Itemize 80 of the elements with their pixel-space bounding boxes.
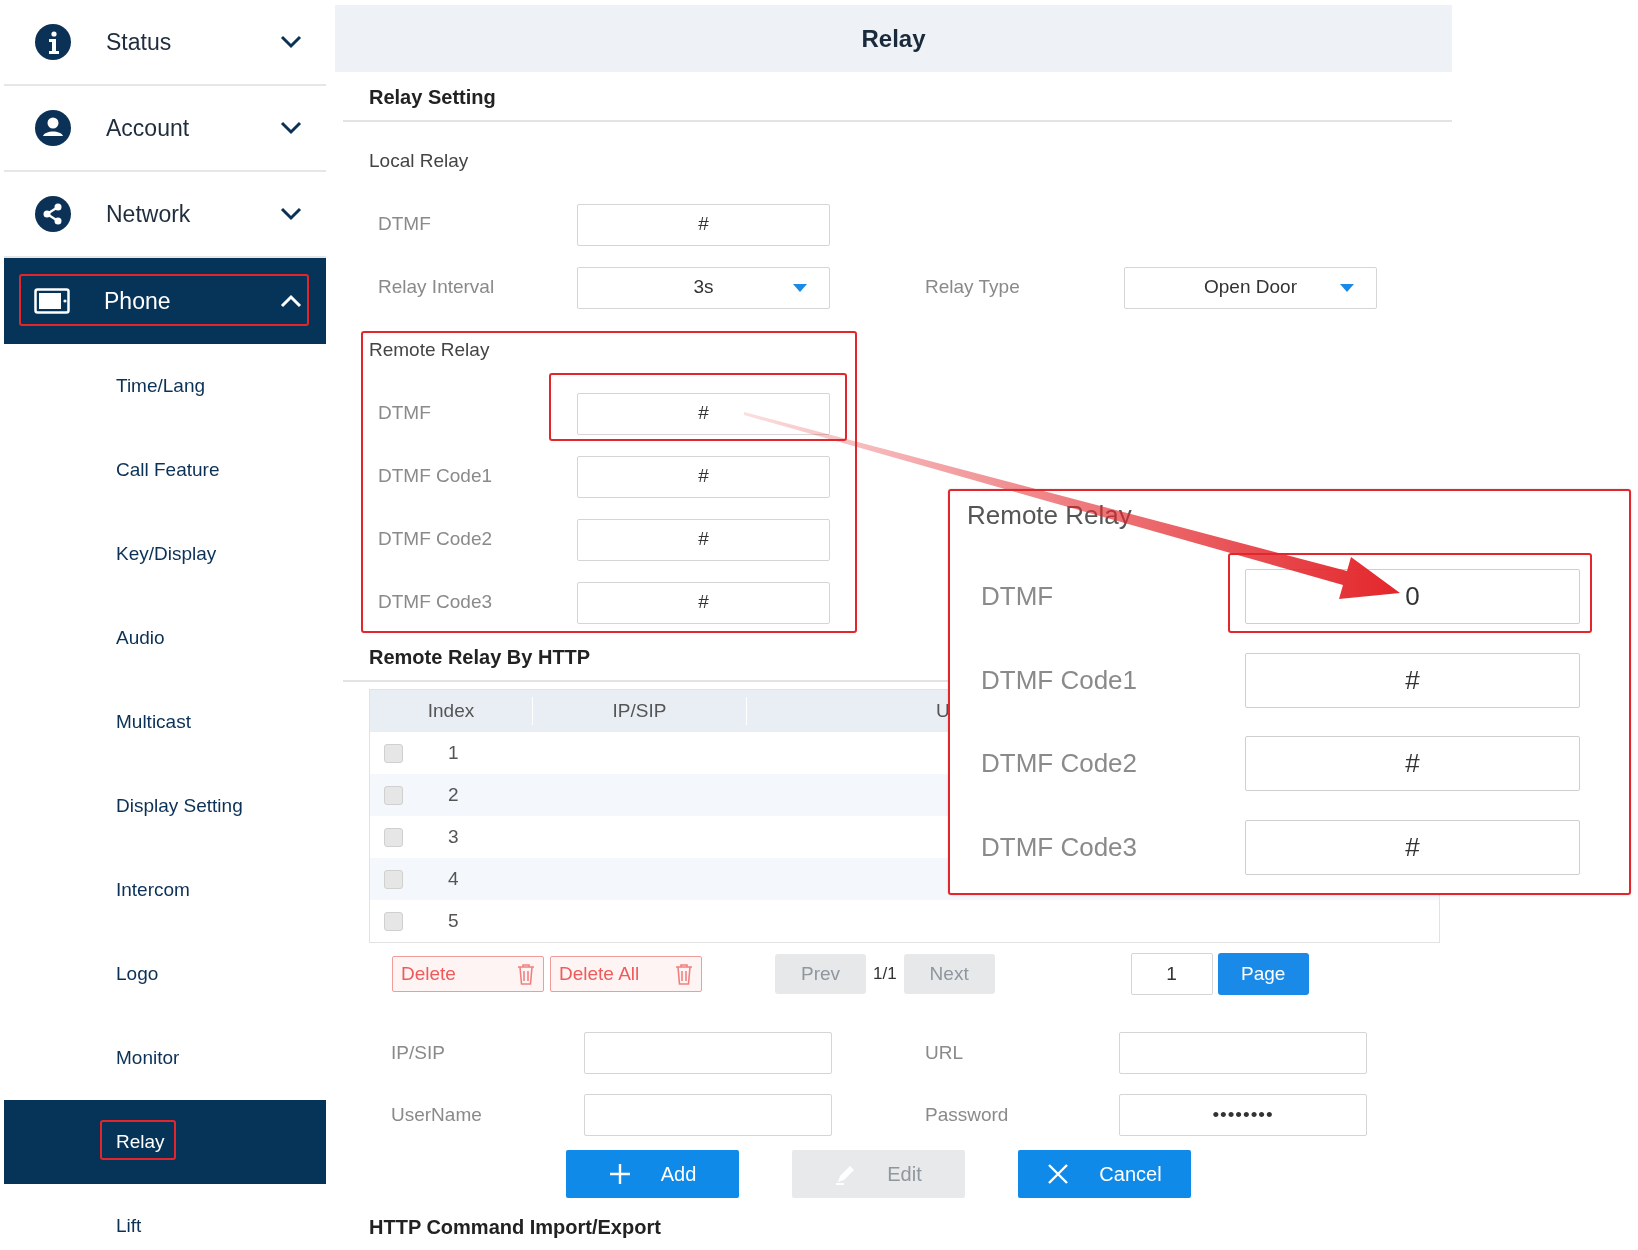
field-label: DTMF Code1 (378, 464, 494, 489)
sidebar-item[interactable]: Status (4, 0, 326, 86)
trash-icon (675, 963, 693, 985)
checkbox[interactable] (384, 827, 403, 847)
table-cell-text: 3 (448, 824, 459, 849)
input-field[interactable] (1119, 1032, 1367, 1074)
page-title: Relay (861, 23, 926, 54)
table-cell-text: 1 (448, 740, 459, 765)
field-label: Password (925, 1102, 1010, 1127)
page-button[interactable]: Page (1217, 953, 1309, 995)
select-field[interactable]: 3s (577, 266, 830, 309)
table-cell-text: 2 (448, 782, 459, 807)
submenu-item[interactable]: Intercom (4, 848, 326, 932)
field-label: Relay Type (925, 275, 1021, 300)
user-icon (34, 109, 72, 147)
field-label: DTMF (378, 401, 432, 426)
sidebar-item[interactable]: Account (4, 86, 326, 172)
field-label: DTMF Code2 (981, 747, 1139, 781)
submenu-item[interactable]: Monitor (4, 1016, 326, 1100)
section-heading: Remote Relay By HTTP (369, 645, 591, 670)
page-position: 1/1 (873, 963, 897, 986)
submenu-item[interactable]: Time/Lang (4, 344, 326, 428)
input-field[interactable]: # (577, 392, 830, 435)
add-button[interactable]: Add (566, 1150, 739, 1198)
submenu-item[interactable]: Display Setting (4, 764, 326, 848)
table-cell-text: 5 (448, 908, 459, 933)
field-label: IP/SIP (391, 1040, 446, 1065)
field-label: DTMF Code3 (378, 590, 494, 615)
checkbox[interactable] (384, 785, 403, 805)
input-field[interactable]: # (577, 455, 830, 498)
chevron-up-icon (280, 294, 302, 308)
checkbox[interactable] (384, 743, 403, 763)
subsection-label: Local Relay (369, 149, 469, 174)
password-field[interactable]: •••••••• (1119, 1094, 1367, 1136)
close-icon (1047, 1163, 1070, 1185)
chevron-down-icon (280, 207, 302, 221)
submenu-item[interactable]: Lift (4, 1184, 326, 1250)
subsection-label: Remote Relay (369, 338, 490, 363)
field-label: Relay Interval (378, 275, 496, 300)
table-cell-text: 4 (448, 866, 459, 891)
submenu-item[interactable]: Multicast (4, 680, 326, 764)
submenu-item[interactable]: Call Feature (4, 428, 326, 512)
field-label: UserName (391, 1102, 483, 1127)
select-field[interactable]: Open Door (1124, 266, 1377, 309)
chevron-down-icon (280, 121, 302, 135)
input-field[interactable]: # (1245, 652, 1580, 708)
cancel-button[interactable]: Cancel (1018, 1150, 1191, 1198)
chevron-down-icon (280, 35, 302, 49)
section-heading: Relay Setting (369, 85, 496, 110)
submenu-item[interactable]: Relay (4, 1100, 326, 1184)
column-header: Index (426, 698, 476, 723)
plus-icon (608, 1163, 631, 1185)
submenu-item[interactable]: Key/Display (4, 512, 326, 596)
input-field[interactable]: # (577, 203, 830, 246)
field-label: DTMF Code3 (981, 830, 1139, 864)
input-field[interactable]: # (577, 581, 830, 624)
caret-down-icon (1340, 283, 1354, 293)
submenu-item[interactable]: Audio (4, 596, 326, 680)
input-field[interactable]: # (1245, 819, 1580, 875)
field-label: DTMF Code1 (981, 663, 1139, 697)
device-icon (34, 288, 70, 314)
caret-down-icon (793, 283, 807, 293)
field-label: DTMF (378, 212, 432, 237)
section-heading: HTTP Command Import/Export (369, 1215, 661, 1240)
input-field[interactable] (584, 1094, 832, 1136)
sidebar-item[interactable]: Phone (4, 258, 326, 344)
share-icon (34, 195, 72, 233)
column-header: IP/SIP (532, 696, 746, 726)
field-label: DTMF (981, 580, 1055, 614)
page-input[interactable]: 1 (1130, 953, 1213, 995)
checkbox[interactable] (384, 911, 403, 931)
submenu-item[interactable]: Logo (4, 932, 326, 1016)
trash-icon (517, 963, 535, 985)
input-field[interactable]: # (1245, 736, 1580, 792)
info-icon (34, 23, 72, 61)
input-field[interactable]: # (577, 518, 830, 561)
input-field[interactable] (584, 1032, 832, 1074)
field-label: DTMF Code2 (378, 527, 494, 552)
field-label: URL (925, 1040, 964, 1065)
checkbox[interactable] (384, 869, 403, 889)
